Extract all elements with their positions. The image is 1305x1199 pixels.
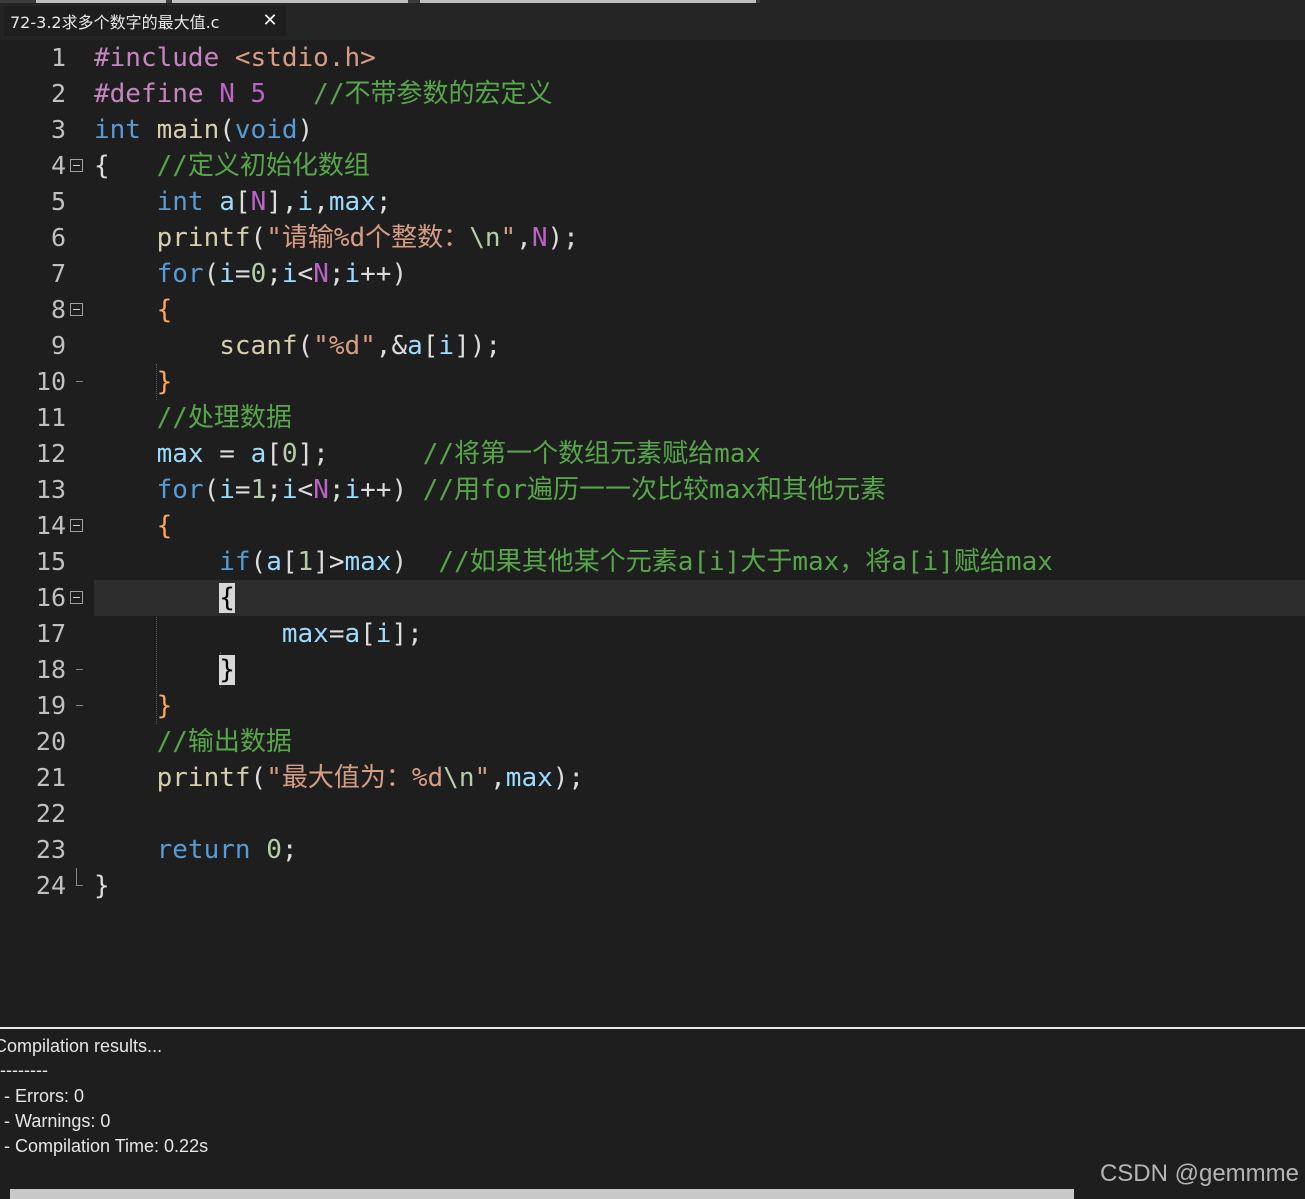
line-number: 19: [35, 691, 66, 720]
code-text: }: [94, 871, 110, 901]
line-number: 16: [35, 583, 66, 612]
code-line: 13 for(i=1;i<N;i++) //用for遍历一一次比较max和其他元…: [6, 472, 1305, 508]
code-text: scanf("%d",&a[i]);: [219, 331, 502, 361]
line-number: 17: [35, 619, 66, 648]
line-number: 7: [50, 259, 66, 288]
current-line-highlight: [94, 580, 1305, 616]
code-line: 20 //输出数据: [6, 724, 1305, 760]
tab-strip-segment: [36, 0, 166, 3]
code-text: return 0;: [156, 835, 298, 865]
fold-end-marker: [76, 381, 83, 382]
output-compile-time: - Compilation Time: 0.22s: [4, 1136, 209, 1156]
code-line: 10 }: [6, 364, 1305, 400]
line-number: 4: [50, 151, 66, 180]
output-separator: --------: [0, 1060, 48, 1080]
tab-bar: 72-3.2求多个数字的最大值.c ✕: [0, 0, 1305, 40]
code-text: {: [156, 295, 173, 325]
line-number: 23: [35, 835, 66, 864]
code-line: 22: [6, 796, 1305, 832]
line-number: 12: [35, 439, 66, 468]
code-line-current: 16 {: [6, 580, 1305, 616]
line-number: 22: [35, 799, 66, 828]
tab-strip-segment: [420, 0, 756, 3]
code-text: {: [156, 511, 173, 541]
code-line: 17 max=a[i];: [6, 616, 1305, 652]
code-text: printf("请输%d个整数：\n",N);: [156, 223, 579, 253]
code-text: for(i=1;i<N;i++) //用for遍历一一次比较max和其他元素: [156, 475, 887, 505]
code-text: { //定义初始化数组: [94, 151, 370, 181]
code-text: int a[N],i,max;: [156, 187, 392, 217]
tab-file[interactable]: 72-3.2求多个数字的最大值.c ✕: [4, 6, 286, 36]
line-number: 18: [35, 655, 66, 684]
code-line: 4 { //定义初始化数组: [6, 148, 1305, 184]
line-number: 14: [35, 511, 66, 540]
ide-window: 72-3.2求多个数字的最大值.c ✕ 1 #include <stdio.h>…: [0, 0, 1305, 1199]
fold-toggle-icon[interactable]: [70, 303, 83, 316]
line-number: 6: [50, 223, 66, 252]
code-line: 5 int a[N],i,max;: [6, 184, 1305, 220]
fold-end-marker: [76, 669, 83, 670]
code-text: max=a[i];: [281, 619, 423, 649]
matched-brace: }: [219, 655, 235, 685]
close-icon[interactable]: ✕: [260, 10, 280, 32]
code-line: 21 printf("最大值为：%d\n",max);: [6, 760, 1305, 796]
code-line: 3 int main(void): [6, 112, 1305, 148]
code-text: if(a[1]>max) //如果其他某个元素a[i]大于max，将a[i]赋给…: [219, 547, 1053, 577]
watermark: CSDN @gemmme: [1099, 1160, 1299, 1187]
code-line: 14 {: [6, 508, 1305, 544]
code-text: }: [156, 691, 173, 721]
fold-toggle-icon[interactable]: [70, 591, 83, 604]
code-line: 19 }: [6, 688, 1305, 724]
code-line: 23 return 0;: [6, 832, 1305, 868]
line-number: 13: [35, 475, 66, 504]
tab-bar-top-strip: [0, 0, 760, 3]
code-line: 11 //处理数据: [6, 400, 1305, 436]
line-number: 24: [35, 871, 66, 900]
output-heading: Compilation results...: [0, 1036, 163, 1056]
code-line: 7 for(i=0;i<N;i++): [6, 256, 1305, 292]
line-number: 9: [50, 331, 66, 360]
line-number: 20: [35, 727, 66, 756]
fold-end-marker: [76, 705, 83, 706]
code-line: 2 #define N 5 //不带参数的宏定义: [6, 76, 1305, 112]
line-number: 21: [35, 763, 66, 792]
code-line: 1 #include <stdio.h>: [6, 40, 1305, 76]
tab-title: 72-3.2求多个数字的最大值.c: [10, 13, 220, 32]
line-number: 1: [50, 43, 66, 72]
matched-brace: {: [219, 583, 235, 613]
code-line: 15 if(a[1]>max) //如果其他某个元素a[i]大于max，将a[i…: [6, 544, 1305, 580]
output-warnings: - Warnings: 0: [4, 1111, 111, 1131]
code-line: 9 scanf("%d",&a[i]);: [6, 328, 1305, 364]
line-number: 8: [50, 295, 66, 324]
code-line: 8 {: [6, 292, 1305, 328]
code-text: printf("最大值为：%d\n",max);: [156, 763, 585, 793]
code-text: for(i=0;i<N;i++): [156, 259, 408, 289]
code-text: max = a[0]; //将第一个数组元素赋给max: [156, 439, 762, 469]
fold-toggle-icon[interactable]: [70, 159, 83, 172]
code-text: //输出数据: [156, 727, 292, 757]
line-number: 15: [35, 547, 66, 576]
code-text: #define N 5 //不带参数的宏定义: [94, 79, 553, 109]
code-line: 18 }: [6, 652, 1305, 688]
line-number: 2: [50, 79, 66, 108]
tab-strip-segment: [172, 0, 408, 3]
fold-toggle-icon[interactable]: [70, 519, 83, 532]
code-line: 6 printf("请输%d个整数：\n",N);: [6, 220, 1305, 256]
code-text: {: [94, 580, 235, 616]
line-number: 11: [35, 403, 66, 432]
code-text: }: [94, 652, 235, 688]
code-text: }: [156, 367, 173, 397]
code-editor[interactable]: 1 #include <stdio.h> 2 #define N 5 //不带参…: [6, 40, 1305, 1016]
code-text: int main(void): [94, 115, 314, 145]
code-line: 12 max = a[0]; //将第一个数组元素赋给max: [6, 436, 1305, 472]
line-number: 5: [50, 187, 66, 216]
code-text: #include <stdio.h>: [94, 43, 376, 73]
line-number: 3: [50, 115, 66, 144]
code-text: //处理数据: [156, 403, 292, 433]
code-line: 24 }: [6, 868, 1305, 904]
output-errors: - Errors: 0: [4, 1086, 85, 1106]
scrollbar-thumb[interactable]: [10, 1189, 1074, 1199]
line-number: 10: [35, 367, 66, 396]
fold-end-marker: [76, 868, 83, 886]
